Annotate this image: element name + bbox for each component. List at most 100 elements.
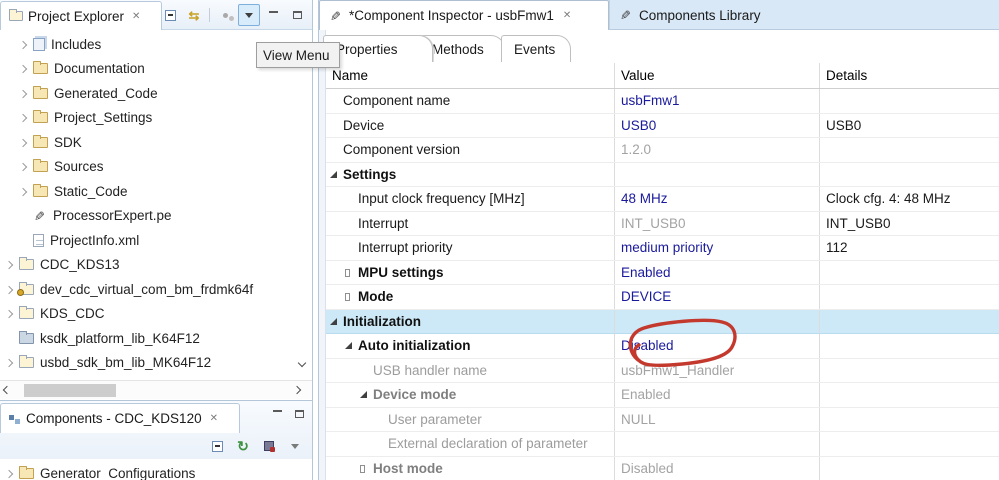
table-row[interactable]: Initialization	[326, 310, 999, 335]
property-value[interactable]: NULL	[621, 412, 656, 427]
table-row[interactable]: Component version1.2.0	[326, 138, 999, 163]
property-value[interactable]: Enabled	[621, 387, 671, 402]
tree-collapsed-icon[interactable]	[360, 461, 373, 476]
expanded-triangle-icon	[345, 342, 352, 349]
tree-expanded-icon[interactable]	[360, 387, 373, 402]
property-value[interactable]: Disabled	[621, 338, 674, 353]
scroll-left-arrow[interactable]	[2, 383, 16, 397]
column-header-value[interactable]: Value	[615, 63, 820, 88]
tab-project-explorer[interactable]: Project Explorer ✕	[0, 1, 162, 30]
project-icon	[19, 357, 34, 368]
close-icon[interactable]: ✕	[210, 413, 218, 424]
collapse-all-button[interactable]	[159, 4, 181, 26]
generate-processor-expert-code-button[interactable]	[258, 435, 280, 457]
table-row[interactable]: External declaration of parameter	[326, 432, 999, 457]
column-header-name[interactable]: Name	[326, 63, 615, 88]
chevron-right-icon[interactable]	[6, 466, 19, 480]
tree-expanded-icon[interactable]	[330, 167, 343, 182]
table-row[interactable]: User parameterNULL	[326, 408, 999, 433]
close-icon[interactable]: ✕	[563, 10, 571, 21]
chevron-right-icon[interactable]	[20, 135, 33, 150]
tree-item[interactable]: Includes	[0, 32, 298, 57]
chevron-right-icon[interactable]	[6, 257, 19, 272]
chevron-right-icon[interactable]	[20, 37, 33, 52]
horizontal-scrollbar[interactable]	[0, 380, 312, 399]
tree-item[interactable]: ProcessorExpert.pe	[0, 204, 298, 229]
tab-components-library[interactable]: Components Library	[609, 0, 999, 30]
maximize-button[interactable]	[286, 4, 308, 26]
chevron-right-icon[interactable]	[6, 355, 19, 370]
tree-item[interactable]: usbd_sdk_bm_lib_MK64F12	[0, 351, 298, 376]
table-row[interactable]: Interrupt prioritymedium priority112	[326, 236, 999, 261]
property-name: Auto initialization	[358, 338, 471, 353]
property-value[interactable]: USB0	[621, 118, 656, 133]
chevron-right-icon[interactable]	[20, 110, 33, 125]
collapse-all-icon	[212, 441, 223, 452]
property-value[interactable]: usbFmw1	[621, 93, 680, 108]
components-minmax	[268, 406, 308, 422]
table-row[interactable]: ModeDEVICE	[326, 285, 999, 310]
focus-button[interactable]	[214, 4, 236, 26]
view-menu-button[interactable]	[284, 435, 306, 457]
collapsed-triangle-icon	[345, 293, 350, 301]
tree-item[interactable]: dev_cdc_virtual_com_bm_frdmk64f	[0, 277, 298, 302]
table-row[interactable]: InterruptINT_USB0INT_USB0	[326, 212, 999, 237]
scroll-down-arrow[interactable]	[298, 352, 310, 374]
maximize-button[interactable]	[290, 406, 308, 422]
tab-events[interactable]: Events	[501, 35, 571, 62]
tree-collapsed-icon[interactable]	[345, 265, 358, 280]
table-row[interactable]: Component nameusbFmw1	[326, 89, 999, 114]
scrollbar-thumb[interactable]	[24, 384, 116, 397]
tree-item[interactable]: ProjectInfo.xml	[0, 228, 298, 253]
chevron-right-icon[interactable]	[20, 86, 33, 101]
regenerate-code-button[interactable]: ↻	[232, 435, 254, 457]
chevron-right-icon[interactable]	[20, 159, 33, 174]
chevron-right-icon	[5, 359, 13, 367]
column-header-details[interactable]: Details	[820, 63, 999, 88]
tree-item[interactable]: Sources	[0, 155, 298, 180]
scroll-right-arrow[interactable]	[292, 383, 306, 397]
tree-item[interactable]: Static_Code	[0, 179, 298, 204]
tree-item[interactable]: Generated_Code	[0, 81, 298, 106]
tree-item[interactable]: ksdk_platform_lib_K64F12	[0, 326, 298, 351]
tree-expanded-icon[interactable]	[345, 338, 358, 353]
tree-item[interactable]: Documentation	[0, 57, 298, 82]
property-value[interactable]: Disabled	[621, 461, 674, 476]
table-row[interactable]: Host modeDisabled	[326, 457, 999, 480]
tree-item[interactable]: KDS_CDC	[0, 302, 298, 327]
property-value[interactable]: 48 MHz	[621, 191, 668, 206]
tree-item[interactable]: CDC_KDS13	[0, 253, 298, 278]
tab-component-inspector[interactable]: *Component Inspector - usbFmw1 ✕	[319, 0, 609, 30]
table-row[interactable]: MPU settingsEnabled	[326, 261, 999, 286]
collapse-all-button[interactable]	[206, 435, 228, 457]
table-row[interactable]: Settings	[326, 163, 999, 188]
property-value[interactable]: INT_USB0	[621, 216, 686, 231]
property-value[interactable]: 1.2.0	[621, 142, 651, 157]
property-details	[820, 138, 999, 162]
property-details	[820, 334, 999, 358]
tree-collapsed-icon[interactable]	[345, 289, 358, 304]
property-value[interactable]: medium priority	[621, 240, 713, 255]
tree-item[interactable]: SDK	[0, 130, 298, 155]
link-with-editor-button[interactable]: ⇆	[183, 4, 205, 26]
table-row[interactable]: Auto initialization Disabled	[326, 334, 999, 359]
chevron-right-icon[interactable]	[6, 306, 19, 321]
table-row[interactable]: DeviceUSB0USB0	[326, 114, 999, 139]
chevron-right-icon[interactable]	[20, 184, 33, 199]
components-tree: Generator_Configurations	[0, 461, 298, 480]
table-row[interactable]: Device modeEnabled	[326, 383, 999, 408]
property-value[interactable]: DEVICE	[621, 289, 671, 304]
chevron-right-icon[interactable]	[20, 61, 33, 76]
table-row[interactable]: USB handler nameusbFmw1_Handler	[326, 359, 999, 384]
close-icon[interactable]: ✕	[132, 11, 140, 22]
view-menu-button[interactable]	[238, 4, 260, 26]
tab-components[interactable]: Components - CDC_KDS120 ✕	[0, 403, 240, 433]
minimize-button[interactable]	[268, 406, 286, 422]
table-row[interactable]: Input clock frequency [MHz]48 MHzClock c…	[326, 187, 999, 212]
property-value[interactable]: usbFmw1_Handler	[621, 363, 734, 378]
tree-item[interactable]: Generator_Configurations	[0, 461, 298, 480]
tree-item[interactable]: Project_Settings	[0, 106, 298, 131]
property-value[interactable]: Enabled	[621, 265, 671, 280]
tree-expanded-icon[interactable]	[330, 314, 343, 329]
minimize-button[interactable]	[262, 4, 284, 26]
